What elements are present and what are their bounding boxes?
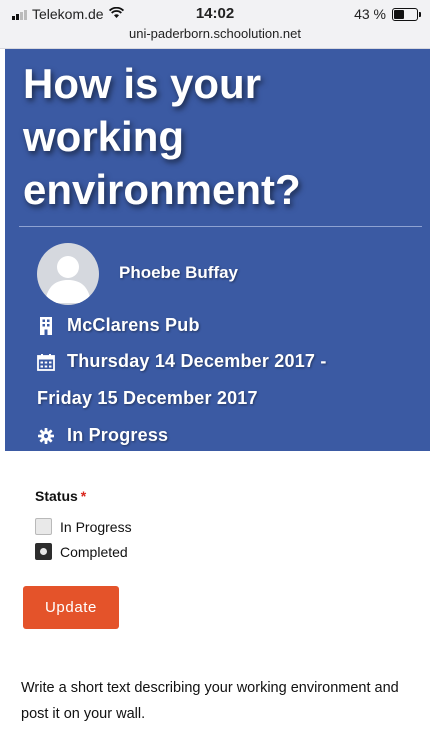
status-label-text: Status [35,488,78,504]
date-row: Thursday 14 December 2017 - [37,351,327,372]
battery-area: 43 % [354,6,421,22]
avatar[interactable] [37,243,99,305]
building-icon [37,316,55,335]
calendar-icon [37,353,55,371]
hero-banner: How is your working environment? Phoebe … [5,49,430,451]
browser-status-bar: Telekom.de 14:02 43 % uni-paderborn.scho… [0,0,430,49]
status-option-in-progress[interactable]: In Progress [35,518,132,535]
page-title: How is your working environment? [23,60,301,213]
status-row: In Progress [37,425,168,446]
radio-button[interactable] [35,543,52,560]
location-row: McClarens Pub [37,315,200,336]
required-marker: * [80,488,87,504]
user-silhouette-icon [45,256,91,303]
status-field-label: Status * [35,488,86,504]
gear-icon [37,427,55,445]
hero-divider [19,226,422,227]
status-option-completed[interactable]: Completed [35,543,128,560]
update-button[interactable]: Update [23,586,119,629]
url-bar[interactable]: uni-paderborn.schoolution.net [0,26,430,41]
task-description: Write a short text describing your worki… [21,680,399,722]
option-label: Completed [60,543,128,560]
battery-percent: 43 % [354,6,386,22]
date-end-text: Friday 15 December 2017 [37,388,258,408]
battery-icon [392,7,421,21]
location-text: McClarens Pub [67,315,200,335]
radio-button[interactable] [35,518,52,535]
option-label: In Progress [60,518,132,535]
author-name[interactable]: Phoebe Buffay [119,263,238,283]
status-text: In Progress [67,425,169,445]
date-start-text: Thursday 14 December 2017 - [67,351,327,371]
